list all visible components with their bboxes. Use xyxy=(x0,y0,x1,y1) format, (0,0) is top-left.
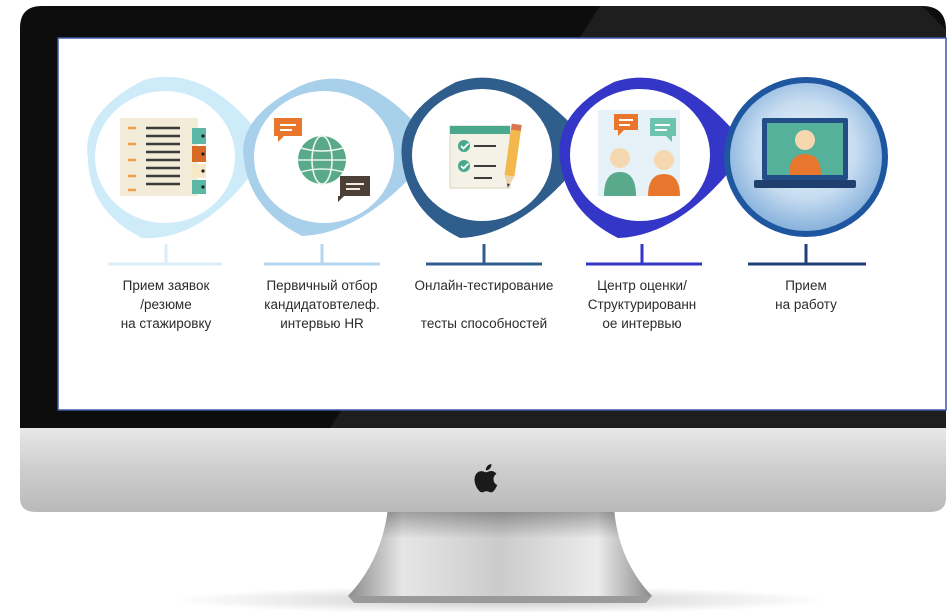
stage-label-assessment: Центр оценки/ Структурированн ое интервь… xyxy=(587,278,697,331)
stage-connectors xyxy=(108,244,866,266)
stage-label-testing: Онлайн-тестирование тесты способностей xyxy=(414,278,554,331)
resume-list-icon xyxy=(120,118,206,196)
stage-label-screening: Первичный отбор кандидатовтелеф. интервь… xyxy=(264,278,380,331)
people-dialogue-icon xyxy=(598,110,680,196)
video-call-person-icon xyxy=(754,118,856,188)
stage-label-hiring: Прием на работу xyxy=(775,278,837,312)
stage-label-applications: Прием заявок /резюме на стажировку xyxy=(120,278,212,331)
apple-logo-icon xyxy=(474,464,498,493)
checklist-pencil-icon xyxy=(449,123,522,189)
